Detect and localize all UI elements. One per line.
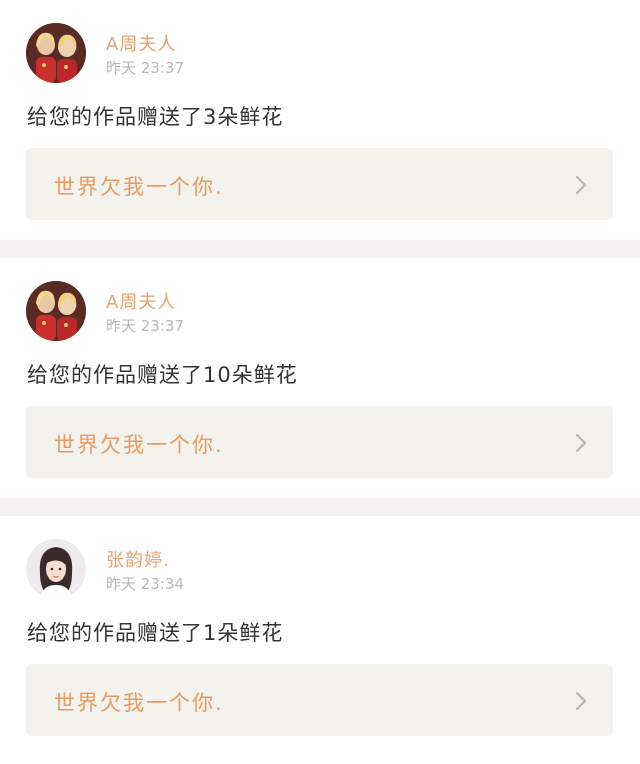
work-link[interactable]: 世界欠我一个你. xyxy=(26,406,613,478)
work-link[interactable]: 世界欠我一个你. xyxy=(26,664,613,736)
notification-message: 给您的作品赠送了3朵鲜花 xyxy=(27,105,284,129)
avatar-girl-icon xyxy=(26,539,86,599)
username[interactable]: 张韵婷. xyxy=(106,546,170,572)
notification-feed: A周夫人 昨天 23:37 给您的作品赠送了3朵鲜花 世界欠我一个你. A周夫人… xyxy=(0,0,640,764)
avatar-two-girls-icon xyxy=(26,281,86,341)
work-link[interactable]: 世界欠我一个你. xyxy=(26,148,613,220)
timestamp: 昨天 23:37 xyxy=(106,59,184,77)
notification-card: A周夫人 昨天 23:37 给您的作品赠送了3朵鲜花 世界欠我一个你. xyxy=(0,0,640,240)
notification-message: 给您的作品赠送了1朵鲜花 xyxy=(27,621,284,645)
user-avatar[interactable] xyxy=(26,281,86,341)
avatar-two-girls-icon xyxy=(26,23,86,83)
timestamp: 昨天 23:34 xyxy=(106,575,184,593)
username[interactable]: A周夫人 xyxy=(106,288,176,314)
username[interactable]: A周夫人 xyxy=(106,30,176,56)
user-avatar[interactable] xyxy=(26,539,86,599)
chevron-right-icon xyxy=(575,433,587,453)
notification-card: 张韵婷. 昨天 23:34 给您的作品赠送了1朵鲜花 世界欠我一个你. xyxy=(0,516,640,764)
timestamp: 昨天 23:37 xyxy=(106,317,184,335)
work-title: 世界欠我一个你. xyxy=(54,691,224,715)
notification-message: 给您的作品赠送了10朵鲜花 xyxy=(27,363,298,387)
user-avatar[interactable] xyxy=(26,23,86,83)
notification-card: A周夫人 昨天 23:37 给您的作品赠送了10朵鲜花 世界欠我一个你. xyxy=(0,258,640,498)
chevron-right-icon xyxy=(575,691,587,711)
chevron-right-icon xyxy=(575,175,587,195)
work-title: 世界欠我一个你. xyxy=(54,433,224,457)
work-title: 世界欠我一个你. xyxy=(54,175,224,199)
